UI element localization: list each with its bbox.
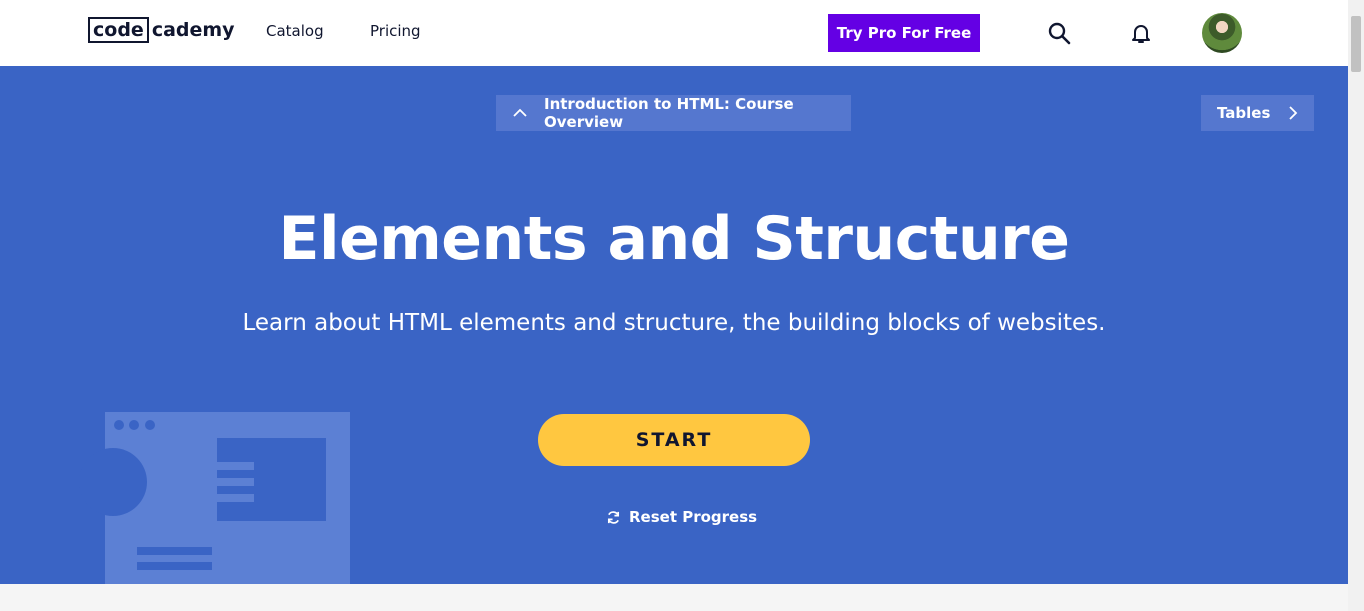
top-nav: code cademy Catalog Pricing Try Pro For … [0, 0, 1348, 66]
bell-icon[interactable] [1128, 20, 1154, 46]
next-lesson-button[interactable]: Tables [1201, 95, 1314, 131]
try-pro-button[interactable]: Try Pro For Free [828, 14, 980, 52]
chevron-right-icon [1289, 106, 1298, 120]
prev-lesson-button[interactable]: Introduction to HTML: Course Overview [496, 95, 851, 131]
refresh-icon [607, 510, 620, 524]
codecademy-logo[interactable]: code cademy [88, 17, 235, 43]
scrollbar-thumb[interactable] [1351, 16, 1361, 72]
user-avatar[interactable] [1202, 13, 1242, 53]
next-lesson-label: Tables [1217, 104, 1271, 122]
course-hero: Introduction to HTML: Course Overview Ta… [0, 66, 1348, 584]
logo-code-text: code [88, 17, 149, 43]
nav-catalog-link[interactable]: Catalog [266, 22, 324, 40]
logo-rest-text: cademy [151, 19, 235, 41]
reset-progress-label: Reset Progress [629, 508, 758, 526]
start-button[interactable]: START [538, 414, 810, 466]
reset-progress-button[interactable]: Reset Progress [606, 507, 757, 527]
search-icon[interactable] [1046, 20, 1072, 46]
browser-window-illustration [79, 412, 350, 584]
page-scrollbar[interactable] [1348, 0, 1364, 611]
chevron-up-icon [513, 108, 527, 117]
prev-lesson-label: Introduction to HTML: Course Overview [544, 95, 794, 131]
course-title: Elements and Structure [278, 204, 1070, 274]
nav-pricing-link[interactable]: Pricing [370, 22, 421, 40]
course-subtitle: Learn about HTML elements and structure,… [242, 310, 1106, 336]
